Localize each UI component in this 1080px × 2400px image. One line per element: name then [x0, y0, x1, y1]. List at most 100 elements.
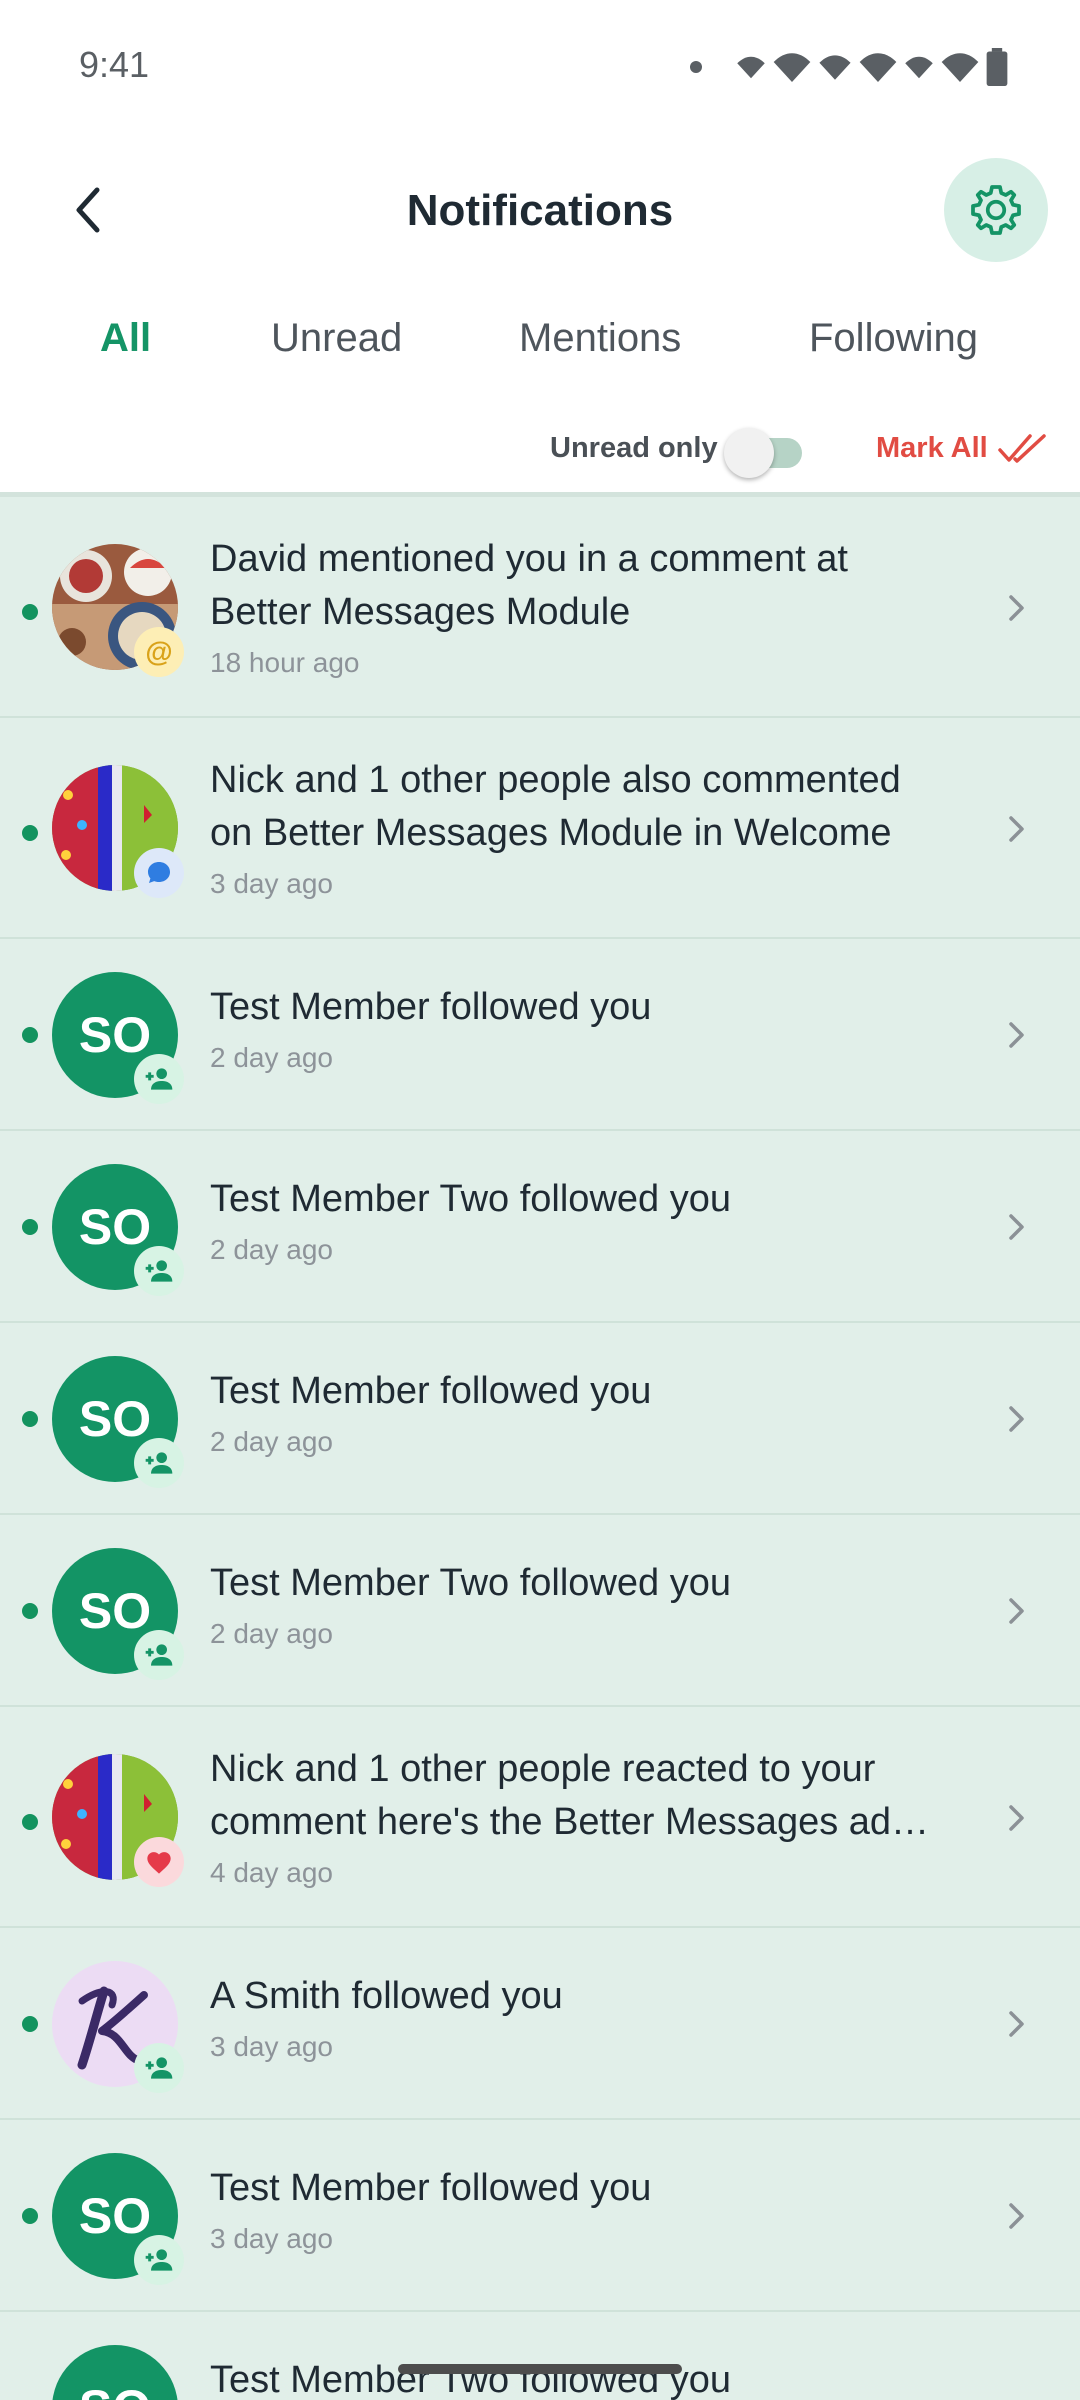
- avatar: SO: [52, 2345, 178, 2400]
- unread-indicator: [22, 604, 38, 620]
- notification-title-line: on Better Messages Module in Welcome: [210, 812, 892, 854]
- tab-unread[interactable]: Unread: [271, 316, 402, 361]
- notification-title-line: Test Member Two followed you: [210, 1562, 731, 1604]
- notification-row[interactable]: @ David mentioned you in a comment at Be…: [0, 497, 1080, 718]
- notification-row[interactable]: SO Test Member Two followed you: [0, 2312, 1080, 2400]
- notification-text: A Smith followed you 3 day ago: [210, 1970, 970, 2063]
- notification-dot-icon: [690, 61, 702, 73]
- notification-time: 4 day ago: [210, 1857, 333, 1888]
- notification-title-line: A Smith followed you: [210, 1975, 563, 2017]
- notification-text: David mentioned you in a comment at Bett…: [210, 533, 970, 679]
- notification-title-line: Test Member followed you: [210, 1370, 652, 1412]
- notification-row[interactable]: A Smith followed you 3 day ago: [0, 1928, 1080, 2120]
- chevron-right-icon: [1009, 1214, 1024, 1240]
- notification-title-line: Better Messages Module: [210, 591, 631, 633]
- notification-time: 2 day ago: [210, 1042, 333, 1073]
- chevron-right-icon: [1009, 1022, 1024, 1048]
- notification-time: 2 day ago: [210, 1618, 333, 1649]
- wifi-icon: [941, 53, 979, 82]
- gear-icon: [971, 185, 1021, 235]
- tab-mentions[interactable]: Mentions: [519, 316, 681, 361]
- filter-bar: Unread only Mark All: [0, 408, 1080, 492]
- chevron-right-icon: [1009, 1598, 1024, 1624]
- unread-indicator: [22, 825, 38, 841]
- chevron-right-icon: [1009, 595, 1024, 621]
- double-check-icon: [998, 433, 1046, 463]
- notification-time: 2 day ago: [210, 1426, 333, 1457]
- notification-row[interactable]: SO Test Member followed you 2 day ago: [0, 1323, 1080, 1515]
- notification-text: Nick and 1 other people also commented o…: [210, 754, 970, 900]
- status-bar: 9:41: [0, 0, 1080, 130]
- unread-only-toggle[interactable]: [724, 426, 806, 478]
- page-title: Notifications: [406, 186, 674, 235]
- avatar-initials: SO: [52, 2345, 178, 2400]
- notification-time: 18 hour ago: [210, 647, 360, 678]
- unread-indicator: [22, 2208, 38, 2224]
- toggle-knob: [724, 428, 774, 478]
- unread-only-label: Unread only: [550, 432, 718, 464]
- status-icons: [690, 46, 1008, 88]
- notification-title-line: Test Member Two followed you: [210, 1178, 731, 1220]
- notification-time: 3 day ago: [210, 2031, 333, 2062]
- notification-time: 2 day ago: [210, 1234, 333, 1265]
- notification-title-line: Test Member followed you: [210, 2167, 652, 2209]
- chevron-right-icon: [1009, 2203, 1024, 2229]
- notification-text: Test Member Two followed you 2 day ago: [210, 1557, 970, 1650]
- wifi-icon: [737, 56, 765, 79]
- chevron-right-icon: [1009, 816, 1024, 842]
- notification-text: Test Member Two followed you 2 day ago: [210, 1173, 970, 1266]
- follow-icon: [134, 1246, 184, 1296]
- tab-following[interactable]: Following: [809, 316, 978, 361]
- mention-icon: @: [134, 627, 184, 677]
- battery-icon: [986, 48, 1008, 86]
- notification-row[interactable]: SO Test Member Two followed you 2 day ag…: [0, 1515, 1080, 1707]
- wifi-icon: [859, 53, 897, 82]
- notification-text: Test Member followed you 2 day ago: [210, 1365, 970, 1458]
- notification-title-line: comment here's the Better Messages ad…: [210, 1801, 930, 1843]
- notification-time: 3 day ago: [210, 2223, 333, 2254]
- unread-indicator: [22, 1411, 38, 1427]
- status-time: 9:41: [79, 44, 150, 85]
- follow-icon: [134, 2043, 184, 2093]
- notification-row[interactable]: SO Test Member Two followed you 2 day ag…: [0, 1131, 1080, 1323]
- notification-title-line: Nick and 1 other people reacted to your: [210, 1748, 876, 1790]
- comment-icon: [134, 848, 184, 898]
- notification-row[interactable]: SO Test Member followed you 3 day ago: [0, 2120, 1080, 2312]
- tab-all[interactable]: All: [100, 316, 151, 361]
- wifi-icon: [819, 55, 851, 80]
- notification-row[interactable]: Nick and 1 other people reacted to your …: [0, 1707, 1080, 1928]
- unread-indicator: [22, 1219, 38, 1235]
- notification-title-line: Test Member Two followed you: [210, 2359, 731, 2400]
- follow-icon: [134, 2235, 184, 2285]
- chevron-right-icon: [1009, 2011, 1024, 2037]
- notification-row[interactable]: SO Test Member followed you 2 day ago: [0, 939, 1080, 1131]
- notification-text: Test Member Two followed you: [210, 2354, 970, 2400]
- tab-bar: All Unread Mentions Following: [0, 300, 1080, 384]
- follow-icon: [134, 1438, 184, 1488]
- unread-indicator: [22, 1027, 38, 1043]
- mark-all-button[interactable]: Mark All: [876, 432, 1048, 465]
- notification-list: @ David mentioned you in a comment at Be…: [0, 492, 1080, 2400]
- wifi-icon: [773, 53, 811, 82]
- app-bar: Notifications: [0, 150, 1080, 270]
- notification-text: Nick and 1 other people reacted to your …: [210, 1743, 970, 1889]
- settings-button[interactable]: [944, 158, 1048, 262]
- heart-icon: [134, 1837, 184, 1887]
- unread-indicator: [22, 2016, 38, 2032]
- notification-title-line: David mentioned you in a comment at: [210, 538, 848, 580]
- notification-time: 3 day ago: [210, 868, 333, 899]
- notification-text: Test Member followed you 2 day ago: [210, 981, 970, 1074]
- chevron-right-icon: [1009, 1805, 1024, 1831]
- unread-indicator: [22, 1603, 38, 1619]
- notification-row[interactable]: Nick and 1 other people also commented o…: [0, 718, 1080, 939]
- follow-icon: [134, 1054, 184, 1104]
- home-indicator[interactable]: [398, 2364, 682, 2374]
- notification-title-line: Nick and 1 other people also commented: [210, 759, 901, 801]
- notification-text: Test Member followed you 3 day ago: [210, 2162, 970, 2255]
- wifi-icon: [905, 56, 933, 79]
- unread-indicator: [22, 1814, 38, 1830]
- follow-icon: [134, 1630, 184, 1680]
- chevron-right-icon: [1009, 1406, 1024, 1432]
- notification-title-line: Test Member followed you: [210, 986, 652, 1028]
- mark-all-label: Mark All: [876, 432, 988, 464]
